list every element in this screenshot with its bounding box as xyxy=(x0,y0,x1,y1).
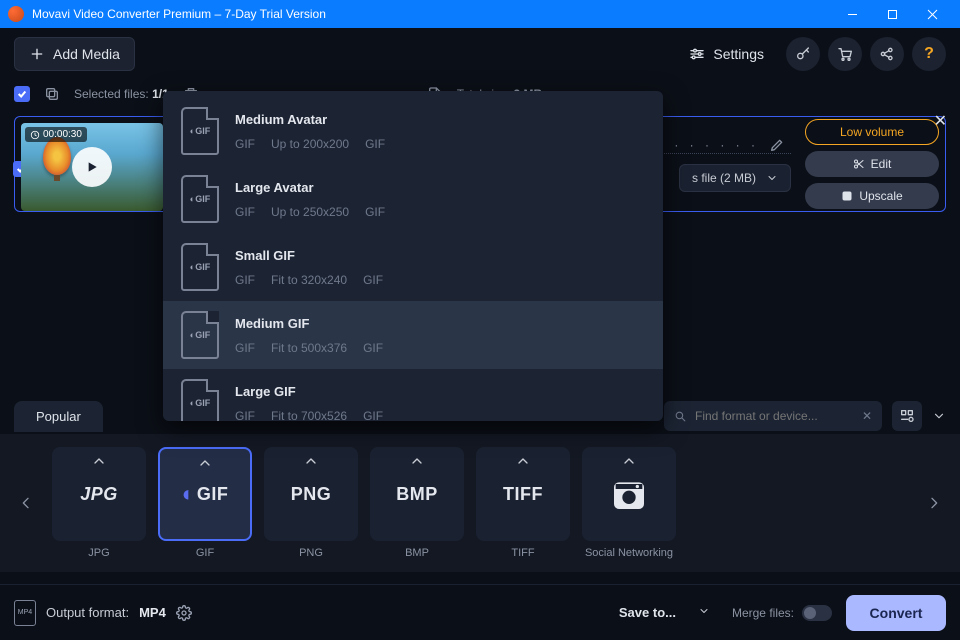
gif-file-icon: ◐GIF xyxy=(181,107,219,155)
share-button[interactable] xyxy=(870,37,904,71)
grid-icon xyxy=(899,408,915,424)
format-tile-bmp[interactable]: BMP xyxy=(370,447,464,541)
play-button[interactable] xyxy=(72,147,112,187)
save-to-button[interactable]: Save to... xyxy=(607,599,688,626)
low-volume-button[interactable]: Low volume xyxy=(805,119,939,145)
tab-popular[interactable]: Popular xyxy=(14,401,103,432)
strip-prev-button[interactable] xyxy=(14,495,38,511)
convert-button[interactable]: Convert xyxy=(846,595,946,631)
edit-button[interactable]: Edit xyxy=(805,151,939,177)
format-caption: BMP xyxy=(405,547,429,559)
output-format: MP4 Output format: MP4 xyxy=(14,600,192,626)
ai-icon xyxy=(841,190,853,202)
sliders-icon xyxy=(689,46,705,62)
preset-small-gif[interactable]: ◐GIF Small GIF GIFFit to 320x240GIF xyxy=(163,233,663,301)
preset-large-avatar[interactable]: ◐GIF Large Avatar GIFUp to 250x250GIF xyxy=(163,165,663,233)
add-media-button[interactable]: Add Media xyxy=(14,37,135,71)
save-to-dropdown[interactable] xyxy=(690,598,718,628)
format-tile-gif[interactable]: ◐GIF xyxy=(158,447,252,541)
item-thumbnail[interactable]: 00:00:30 xyxy=(21,123,163,211)
window-minimize-button[interactable] xyxy=(832,0,872,28)
chevron-up-icon xyxy=(303,453,319,469)
camera-icon xyxy=(609,474,649,514)
settings-button[interactable]: Settings xyxy=(675,37,778,71)
app-icon xyxy=(8,6,24,22)
help-icon: ? xyxy=(924,45,934,63)
window-close-button[interactable] xyxy=(912,0,952,28)
item-filename-line: · · · · · · · xyxy=(659,137,791,154)
play-icon xyxy=(84,159,100,175)
key-button[interactable] xyxy=(786,37,820,71)
format-caption: Social Networking xyxy=(585,547,673,559)
format-caption: TIFF xyxy=(511,547,534,559)
merge-files-control: Merge files: xyxy=(732,605,832,621)
format-tile-jpg[interactable]: JPG xyxy=(52,447,146,541)
upscale-button[interactable]: Upscale xyxy=(805,183,939,209)
format-caption: JPG xyxy=(88,547,109,559)
item-duration: 00:00:30 xyxy=(25,127,87,142)
merge-toggle[interactable] xyxy=(802,605,832,621)
gear-icon[interactable] xyxy=(176,605,192,621)
footer: MP4 Output format: MP4 Save to... Merge … xyxy=(0,584,960,640)
chevron-up-icon xyxy=(91,453,107,469)
clock-icon xyxy=(30,130,40,140)
chevron-down-icon xyxy=(698,605,710,617)
cart-icon xyxy=(837,46,853,62)
share-icon xyxy=(879,46,895,62)
window-maximize-button[interactable] xyxy=(872,0,912,28)
cart-button[interactable] xyxy=(828,37,862,71)
pencil-icon[interactable] xyxy=(769,137,785,153)
search-icon xyxy=(674,410,687,423)
format-preset-dropdown: ◐GIF Medium Avatar GIFUp to 200x200GIF ◐… xyxy=(163,91,663,421)
gif-file-icon: ◐GIF xyxy=(181,311,219,359)
format-tile-social[interactable] xyxy=(582,447,676,541)
key-icon xyxy=(795,46,811,62)
item-size-dropdown[interactable]: s file (2 MB) xyxy=(679,164,791,192)
settings-label: Settings xyxy=(713,46,764,62)
help-button[interactable]: ? xyxy=(912,37,946,71)
gif-file-icon: ◐GIF xyxy=(181,243,219,291)
chevron-down-icon xyxy=(766,172,778,184)
scissors-icon xyxy=(853,158,865,170)
select-all-checkbox[interactable] xyxy=(14,86,30,102)
format-strip: JPG JPG ◐GIF GIF PNG PNG BMP BMP xyxy=(0,434,960,572)
preset-medium-avatar[interactable]: ◐GIF Medium Avatar GIFUp to 200x200GIF xyxy=(163,97,663,165)
main-toolbar: Add Media Settings ? xyxy=(0,28,960,80)
gif-file-icon: ◐GIF xyxy=(181,175,219,223)
item-remove-button[interactable]: ✕ xyxy=(934,111,947,131)
format-search[interactable]: ✕ xyxy=(664,401,882,431)
window-titlebar: Movavi Video Converter Premium – 7-Day T… xyxy=(0,0,960,28)
format-caption: GIF xyxy=(196,547,214,559)
filter-button[interactable] xyxy=(892,401,922,431)
mp4-file-icon: MP4 xyxy=(14,600,36,626)
preset-large-gif[interactable]: ◐GIF Large GIF GIFFit to 700x526GIF xyxy=(163,369,663,421)
collapse-chevron-icon[interactable] xyxy=(932,409,946,423)
strip-next-button[interactable] xyxy=(922,495,946,511)
format-caption: PNG xyxy=(299,547,323,559)
format-search-input[interactable] xyxy=(695,409,854,423)
search-clear-button[interactable]: ✕ xyxy=(862,409,872,423)
format-tile-png[interactable]: PNG xyxy=(264,447,358,541)
chevron-up-icon xyxy=(197,455,213,471)
chevron-up-icon xyxy=(515,453,531,469)
gif-file-icon: ◐GIF xyxy=(181,379,219,421)
window-title: Movavi Video Converter Premium – 7-Day T… xyxy=(32,7,832,21)
copy-icon xyxy=(44,86,60,102)
add-media-label: Add Media xyxy=(53,46,120,62)
preset-medium-gif[interactable]: ◐GIF Medium GIF GIFFit to 500x376GIF xyxy=(163,301,663,369)
chevron-up-icon xyxy=(409,453,425,469)
plus-icon xyxy=(29,46,45,62)
selected-files-label: Selected files: 1/1 xyxy=(74,87,169,101)
chevron-up-icon xyxy=(621,453,637,469)
format-tile-tiff[interactable]: TIFF xyxy=(476,447,570,541)
